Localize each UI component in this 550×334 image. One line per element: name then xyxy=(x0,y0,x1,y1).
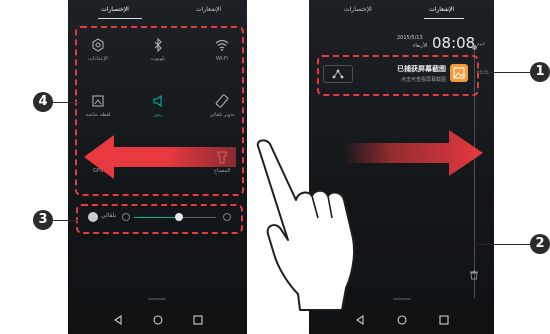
share-icon xyxy=(332,69,344,79)
active-tab-indicator xyxy=(98,18,142,19)
toggle-label: بلوتوث xyxy=(150,56,166,62)
toggle-wifi[interactable]: Wi-Fi xyxy=(201,38,243,74)
clock-date: 2015/5/13 xyxy=(397,35,423,41)
clock-day: الأربعاء xyxy=(413,43,428,49)
auto-rotate-icon xyxy=(215,94,229,108)
toggle-label: الإعدادات xyxy=(88,56,108,62)
toggle-label: لقطة شاشة xyxy=(85,112,111,118)
handle-bar xyxy=(148,298,166,300)
brightness-slider-thumb[interactable] xyxy=(175,213,184,221)
toggle-auto-rotate[interactable]: تدوير تلقائي xyxy=(201,94,243,130)
toggle-label: Wi-Fi xyxy=(216,56,228,62)
toggle-label: تدوير تلقائي xyxy=(209,112,235,118)
callout-2: 2 xyxy=(530,234,550,254)
brightness-low-icon xyxy=(122,213,130,221)
callout-1-leader xyxy=(478,72,530,73)
swipe-hand-illustration xyxy=(248,138,368,314)
tab-notifications[interactable]: الإشعارات xyxy=(196,6,221,13)
swipe-left-arrow xyxy=(84,133,236,181)
callout-2-leader xyxy=(474,244,530,245)
toggle-sound[interactable]: رنين xyxy=(137,94,179,130)
brightness-bar: تلقائي xyxy=(82,209,237,225)
clock-time: 08:08 xyxy=(432,34,476,52)
toggle-screenshot[interactable]: لقطة شاشة xyxy=(77,94,119,130)
notification-subtitle: 点击可查看屏幕截图 xyxy=(400,77,446,83)
gallery-icon xyxy=(450,64,468,82)
wifi-icon xyxy=(215,38,229,52)
left-phone-screen: الإشعارات الإختصارات Wi-Fi بلوتوث الإعدا… xyxy=(68,0,247,334)
notification-card[interactable]: 已捕获屏幕截图 点击可查看屏幕截图 xyxy=(323,60,468,88)
callout-4-leader xyxy=(52,102,80,103)
recents-icon[interactable] xyxy=(438,314,450,326)
screenshot-icon xyxy=(91,94,105,108)
brightness-high-icon xyxy=(223,213,231,221)
toggle-settings[interactable]: الإعدادات xyxy=(77,38,119,74)
back-icon[interactable] xyxy=(354,314,366,326)
auto-brightness-label: تلقائي xyxy=(101,212,117,219)
timeline-label: اليوم xyxy=(477,41,486,46)
handle-bar xyxy=(393,298,411,300)
auto-brightness-toggle[interactable] xyxy=(88,212,98,222)
settings-icon xyxy=(91,38,105,52)
tab-shortcuts[interactable]: الإختصارات xyxy=(101,6,129,13)
delete-icon[interactable] xyxy=(469,270,479,280)
callout-4: 4 xyxy=(33,92,53,112)
bluetooth-icon xyxy=(151,38,165,52)
recents-icon[interactable] xyxy=(192,314,204,326)
callout-3-leader xyxy=(52,220,78,221)
callout-3: 3 xyxy=(33,210,53,230)
notification-title: 已捕获屏幕截图 xyxy=(397,65,446,73)
toggle-bluetooth[interactable]: بلوتوث xyxy=(137,38,179,74)
timeline-dot xyxy=(472,45,477,50)
brightness-slider-track[interactable] xyxy=(134,213,216,221)
tab-notifications[interactable]: الإشعارات xyxy=(429,6,454,13)
tab-bar: الإشعارات الإختصارات xyxy=(309,6,494,20)
home-icon[interactable] xyxy=(152,314,164,326)
sound-icon xyxy=(151,94,165,108)
home-icon[interactable] xyxy=(396,314,408,326)
back-icon[interactable] xyxy=(112,314,124,326)
toggle-label: رنين xyxy=(153,112,163,118)
navigation-bar xyxy=(68,308,247,334)
brightness-slider-fill xyxy=(134,217,180,218)
share-button[interactable] xyxy=(323,65,353,83)
tab-bar: الإشعارات الإختصارات xyxy=(68,6,247,20)
tab-shortcuts[interactable]: الإختصارات xyxy=(344,6,372,13)
callout-1: 1 xyxy=(530,62,550,82)
active-tab-indicator xyxy=(424,18,464,19)
